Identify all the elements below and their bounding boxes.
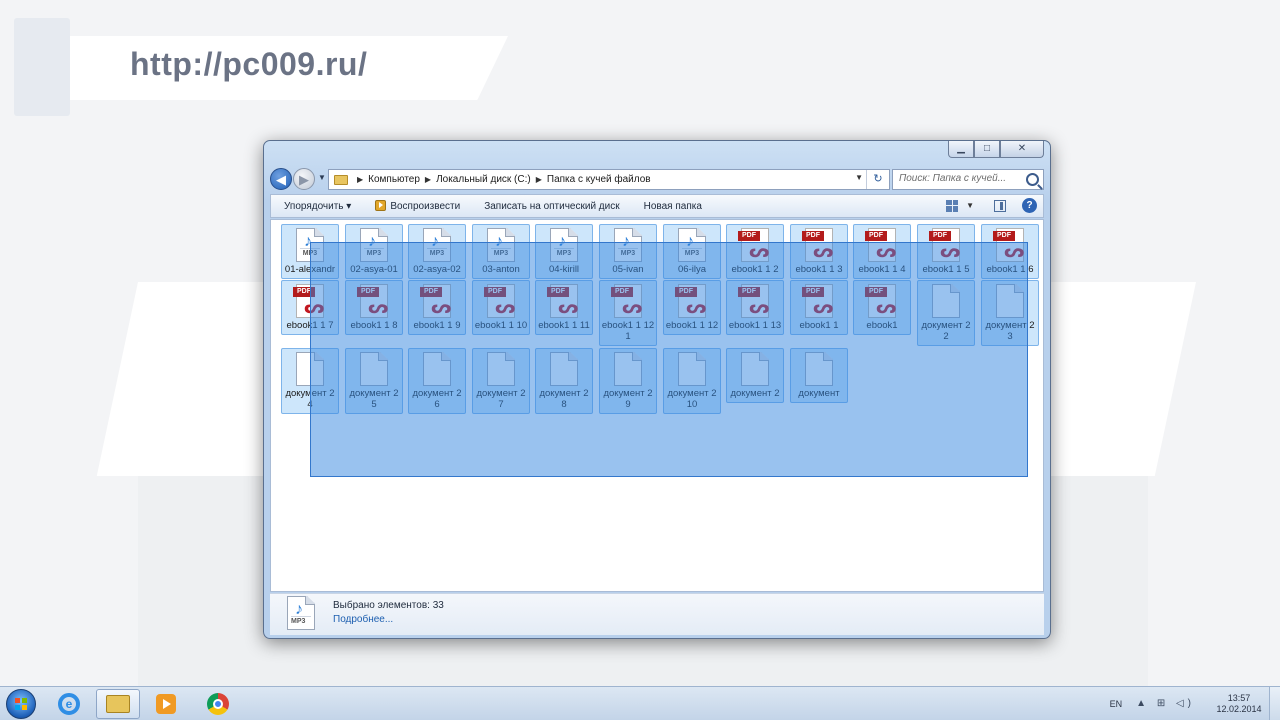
mp3-label: MP3 bbox=[291, 616, 311, 626]
banner-url-text: http://pc009.ru/ bbox=[130, 46, 368, 82]
file-list-pane[interactable]: ♪MP301-alexandr♪MP302-asya-01♪MP302-asya… bbox=[270, 219, 1044, 592]
back-button[interactable]: ◀ bbox=[270, 168, 292, 190]
search-icon[interactable] bbox=[1026, 173, 1039, 186]
toolbar-right-group: ▼ ? bbox=[946, 198, 1037, 213]
taskbar-media-player[interactable] bbox=[144, 689, 188, 719]
help-icon[interactable]: ? bbox=[1022, 198, 1037, 213]
pdf-label: PDF bbox=[802, 231, 824, 241]
show-desktop-button[interactable] bbox=[1269, 687, 1280, 720]
burn-disc-button[interactable]: Записать на оптический диск bbox=[472, 201, 631, 212]
taskbar-chrome[interactable] bbox=[196, 689, 240, 719]
media-player-icon bbox=[156, 694, 176, 714]
maximize-button[interactable]: □ bbox=[974, 141, 1000, 158]
change-view-icon[interactable] bbox=[946, 199, 959, 212]
new-folder-button[interactable]: Новая папка bbox=[632, 201, 714, 212]
close-button[interactable]: ✕ bbox=[1000, 141, 1044, 158]
minimize-button[interactable]: ▁ bbox=[948, 141, 974, 158]
breadcrumb-separator[interactable]: ▶ bbox=[425, 175, 431, 184]
address-history-dropdown[interactable]: ▼ bbox=[855, 173, 863, 182]
command-bar: Упорядочить ▾ Воспроизвести Записать на … bbox=[270, 194, 1044, 218]
breadcrumb-separator[interactable]: ▶ bbox=[536, 175, 542, 184]
explorer-window: ▁ □ ✕ ◀ ▶ ▼ ▶ Компьютер ▶ Локальный диск… bbox=[263, 140, 1051, 639]
details-pane: ♪ MP3 Выбрано элементов: 33 Подробнее... bbox=[270, 593, 1044, 635]
breadcrumb-computer[interactable]: Компьютер bbox=[368, 174, 420, 185]
play-icon bbox=[375, 200, 387, 211]
address-bar[interactable]: ▶ Компьютер ▶ Локальный диск (C:) ▶ Папк… bbox=[328, 169, 890, 190]
pdf-label: PDF bbox=[865, 231, 887, 241]
tray-icons[interactable]: ▲ ⊞ ◁) bbox=[1136, 698, 1195, 709]
folder-icon bbox=[334, 174, 348, 185]
play-label: Воспроизвести bbox=[390, 201, 461, 212]
recent-pages-dropdown[interactable]: ▼ bbox=[318, 173, 326, 182]
clock-time: 13:57 bbox=[1227, 692, 1251, 703]
pdf-label: PDF bbox=[993, 231, 1015, 241]
selected-count: Выбрано элементов: 33 bbox=[333, 600, 444, 611]
forward-button[interactable]: ▶ bbox=[293, 168, 315, 190]
refresh-button[interactable]: ↻ bbox=[866, 170, 889, 189]
clock[interactable]: 13:57 12.02.2014 bbox=[1209, 693, 1269, 715]
caption-buttons: ▁ □ ✕ bbox=[948, 141, 1044, 158]
organize-button[interactable]: Упорядочить ▾ bbox=[271, 201, 363, 212]
system-tray: EN ▲ ⊞ ◁) 13:57 12.02.2014 bbox=[1110, 687, 1280, 720]
mp3-file-icon: ♪ MP3 bbox=[287, 596, 315, 630]
taskbar-windows-explorer[interactable] bbox=[96, 689, 140, 719]
search-input[interactable]: Поиск: Папка с кучей... bbox=[892, 169, 1044, 190]
navigation-bar: ◀ ▶ ▼ ▶ Компьютер ▶ Локальный диск (C:) … bbox=[270, 168, 1044, 192]
taskbar: e EN ▲ ⊞ ◁) 13:57 12.02.2014 bbox=[0, 686, 1280, 720]
language-indicator[interactable]: EN bbox=[1110, 699, 1123, 709]
search-placeholder: Поиск: Папка с кучей... bbox=[899, 173, 1007, 184]
banner-accent bbox=[14, 18, 70, 116]
taskbar-internet-explorer[interactable]: e bbox=[47, 689, 91, 719]
pdf-label: PDF bbox=[738, 231, 760, 241]
chrome-icon bbox=[207, 693, 229, 715]
breadcrumb-separator[interactable]: ▶ bbox=[357, 175, 363, 184]
windows-explorer-icon bbox=[106, 695, 130, 713]
breadcrumb-local-disk[interactable]: Локальный диск (C:) bbox=[436, 174, 531, 185]
internet-explorer-icon: e bbox=[58, 693, 80, 715]
start-button[interactable] bbox=[6, 689, 36, 719]
selection-rectangle bbox=[310, 242, 1028, 477]
breadcrumb-current-folder[interactable]: Папка с кучей файлов bbox=[547, 174, 651, 185]
details-link[interactable]: Подробнее... bbox=[333, 614, 393, 625]
clock-date: 12.02.2014 bbox=[1216, 703, 1262, 714]
view-options-dropdown[interactable]: ▼ bbox=[966, 201, 974, 210]
preview-pane-icon[interactable] bbox=[994, 199, 1006, 212]
pdf-label: PDF bbox=[929, 231, 951, 241]
play-button[interactable]: Воспроизвести bbox=[363, 200, 472, 212]
